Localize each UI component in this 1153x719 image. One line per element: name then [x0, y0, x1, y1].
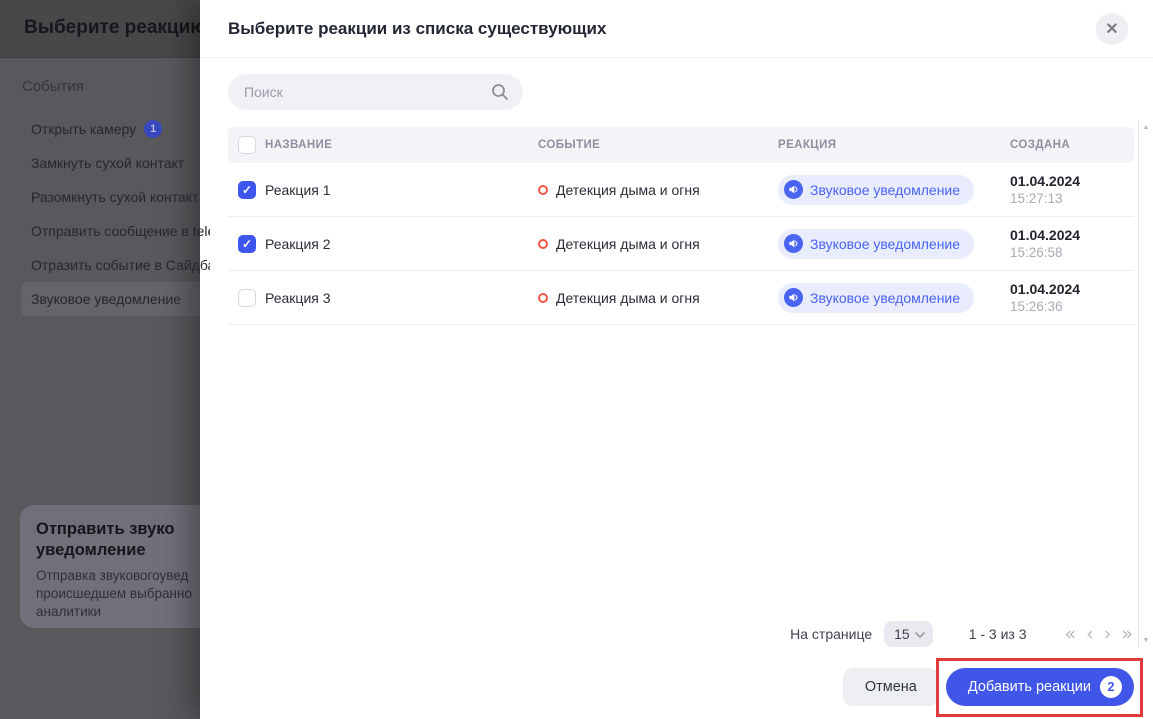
last-page-icon[interactable]: »: [1121, 624, 1133, 644]
prev-page-icon[interactable]: ‹: [1086, 624, 1094, 644]
row-checkbox[interactable]: ✓: [238, 234, 256, 253]
reaction-pill: Звуковое уведомление: [778, 282, 975, 313]
event-status-dot-icon: [538, 184, 548, 195]
pagination-bar: На странице 15 1 - 3 из 3 « ‹ › »: [228, 618, 1133, 650]
reaction-pill: Звуковое уведомление: [778, 174, 975, 205]
event-item-send-telegram[interactable]: Отправить сообщение в tele: [0, 214, 210, 248]
per-page-select[interactable]: 15: [884, 621, 933, 647]
table-row[interactable]: ✓ Реакция 3 Детекция дыма и огня Звуково…: [228, 271, 1134, 325]
speaker-icon: [784, 234, 803, 253]
search-box[interactable]: [228, 74, 523, 110]
select-reactions-modal: Выберите реакции из списка существующих …: [200, 0, 1153, 719]
modal-footer: Отмена Добавить реакции 2: [842, 668, 1134, 706]
created-date: 01.04.2024: [1010, 280, 1081, 297]
event-item-open-dry-contact[interactable]: Разомкнуть сухой контакт: [0, 180, 210, 214]
event-item-open-camera[interactable]: Открыть камеру 1: [0, 112, 210, 146]
reaction-name: Реакция 1: [265, 181, 331, 198]
events-section-label: События: [22, 78, 84, 95]
selected-count-badge: 2: [1100, 676, 1122, 698]
scroll-down-icon[interactable]: ▼: [1141, 637, 1151, 644]
row-checkbox[interactable]: ✓: [238, 180, 256, 199]
column-header-created: СОЗДАНА: [1010, 139, 1071, 151]
table-row[interactable]: ✓ Реакция 2 Детекция дыма и огня Звуково…: [228, 217, 1134, 271]
created-time: 15:26:58: [1010, 244, 1063, 260]
column-header-reaction: РЕАКЦИЯ: [778, 139, 837, 151]
count-badge: 1: [144, 120, 163, 138]
next-page-icon[interactable]: ›: [1104, 624, 1112, 644]
reactions-table: НАЗВАНИЕ СОБЫТИЕ РЕАКЦИЯ СОЗДАНА ✓ Реакц…: [228, 127, 1134, 325]
created-cell: 01.04.2024 15:26:58: [1010, 226, 1134, 262]
created-time: 15:27:13: [1010, 190, 1063, 206]
column-header-event: СОБЫТИЕ: [538, 139, 601, 151]
reaction-cell: Звуковое уведомление: [778, 282, 1010, 313]
event-cell: Детекция дыма и огня: [538, 182, 778, 198]
event-cell: Детекция дыма и огня: [538, 236, 778, 252]
underlay-title: Выберите реакцию: [24, 17, 207, 38]
reaction-name: Реакция 2: [265, 235, 331, 252]
table-row[interactable]: ✓ Реакция 1 Детекция дыма и огня Звуково…: [228, 163, 1134, 217]
reaction-cell: Звуковое уведомление: [778, 228, 1010, 259]
pagination-nav: « ‹ › »: [1065, 624, 1133, 644]
search-input[interactable]: [244, 84, 491, 100]
first-page-icon[interactable]: «: [1065, 624, 1077, 644]
event-status-dot-icon: [538, 238, 548, 249]
events-list: Открыть камеру 1 Замкнуть сухой контакт …: [0, 112, 210, 316]
modal-title: Выберите реакции из списка существующих: [228, 19, 607, 38]
vertical-scrollbar[interactable]: ▲ ▼: [1138, 120, 1151, 648]
created-cell: 01.04.2024 15:27:13: [1010, 172, 1134, 208]
select-all-checkbox[interactable]: [238, 136, 256, 154]
speaker-icon: [784, 180, 803, 199]
speaker-icon: [784, 288, 803, 307]
created-time: 15:26:36: [1010, 298, 1063, 314]
row-checkbox[interactable]: ✓: [238, 288, 256, 307]
reaction-pill: Звуковое уведомление: [778, 228, 975, 259]
reaction-cell: Звуковое уведомление: [778, 174, 1010, 205]
event-item-close-dry-contact[interactable]: Замкнуть сухой контакт: [0, 146, 210, 180]
event-status-dot-icon: [538, 292, 548, 303]
chevron-down-icon: [914, 631, 925, 638]
close-icon: ✕: [1105, 21, 1119, 38]
event-item-sound-notification[interactable]: Звуковое уведомление: [0, 282, 210, 316]
table-header-row: НАЗВАНИЕ СОБЫТИЕ РЕАКЦИЯ СОЗДАНА: [228, 127, 1134, 163]
reaction-name: Реакция 3: [265, 289, 331, 306]
pagination-range: 1 - 3 из 3: [968, 626, 1027, 642]
close-button[interactable]: ✕: [1096, 13, 1128, 45]
scroll-up-icon[interactable]: ▲: [1141, 124, 1151, 131]
event-item-sidebar-event[interactable]: Отразить событие в Сайдба: [0, 248, 210, 282]
created-date: 01.04.2024: [1010, 172, 1081, 189]
column-header-name: НАЗВАНИЕ: [265, 139, 333, 151]
add-reactions-button[interactable]: Добавить реакции 2: [945, 668, 1134, 706]
cancel-button[interactable]: Отмена: [842, 668, 939, 706]
event-cell: Детекция дыма и огня: [538, 290, 778, 306]
per-page-label: На странице: [790, 626, 873, 642]
modal-header: Выберите реакции из списка существующих …: [200, 0, 1153, 58]
search-icon: [492, 84, 508, 100]
created-date: 01.04.2024: [1010, 226, 1081, 243]
created-cell: 01.04.2024 15:26:36: [1010, 280, 1134, 316]
